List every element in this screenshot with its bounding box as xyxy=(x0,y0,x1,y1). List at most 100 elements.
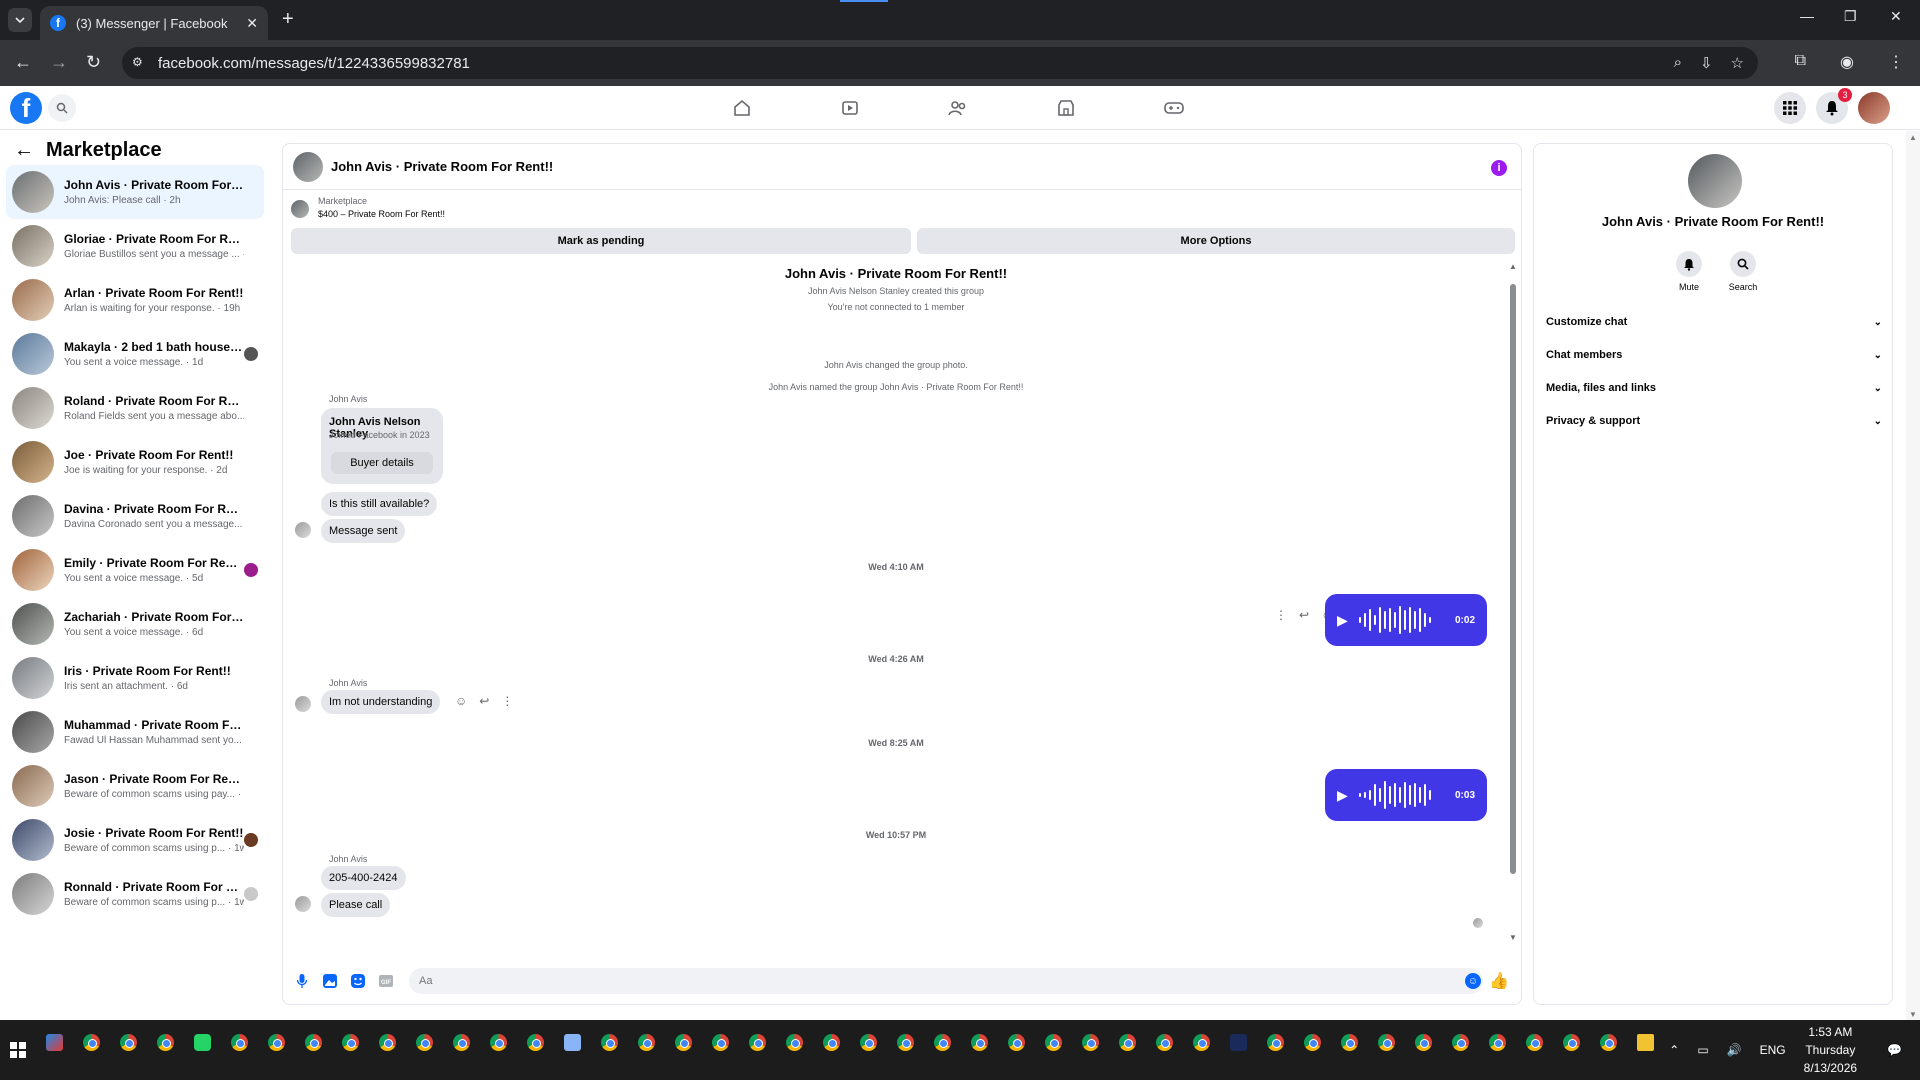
notifications-center-icon[interactable]: 💬 xyxy=(1887,1043,1902,1057)
reload-icon[interactable]: ↻ xyxy=(86,52,101,73)
forward-icon[interactable]: → xyxy=(50,52,68,73)
chrome-icon[interactable] xyxy=(1008,1034,1025,1051)
chrome-icon[interactable] xyxy=(527,1034,544,1051)
more-actions-icon[interactable]: ⋮ xyxy=(501,694,513,708)
conversation-item[interactable]: John Avis · Private Room For Rent!! John … xyxy=(6,165,264,219)
chrome-icon[interactable] xyxy=(1415,1034,1432,1051)
photo-icon[interactable] xyxy=(319,970,341,992)
video-icon[interactable] xyxy=(838,96,862,120)
site-info-icon[interactable]: ⚙ xyxy=(132,55,148,71)
message-bubble[interactable]: Im not understanding xyxy=(321,690,441,714)
page-scrollbar[interactable]: ▲ ▼ xyxy=(1906,131,1920,1021)
scroll-up-icon[interactable]: ▲ xyxy=(1509,262,1517,271)
message-bubble[interactable]: 205-400-2424 xyxy=(321,866,406,890)
chrome-icon[interactable] xyxy=(1082,1034,1099,1051)
emoji-icon[interactable]: ☺ xyxy=(1465,973,1481,989)
chrome-icon[interactable] xyxy=(786,1034,803,1051)
tab-close-icon[interactable]: ✕ xyxy=(246,15,258,32)
chrome-icon[interactable] xyxy=(1267,1034,1284,1051)
conversation-item[interactable]: Iris · Private Room For Rent!! Iris sent … xyxy=(6,651,264,705)
react-icon[interactable]: ☺ xyxy=(455,694,467,708)
conversation-item[interactable]: Roland · Private Room For Rent!! Roland F… xyxy=(6,381,264,435)
network-icon[interactable]: ▭ xyxy=(1697,1043,1708,1057)
play-icon[interactable]: ▶ xyxy=(1337,787,1348,804)
chrome-icon[interactable] xyxy=(1304,1034,1321,1051)
chrome-icon[interactable] xyxy=(934,1034,951,1051)
chat-members-section[interactable]: Chat members ⌄ xyxy=(1546,343,1882,367)
message-bubble[interactable]: Message sent xyxy=(321,519,406,543)
info-icon[interactable]: i xyxy=(1491,160,1507,176)
notepad-icon[interactable] xyxy=(564,1034,581,1051)
chrome-icon[interactable] xyxy=(1193,1034,1210,1051)
message-input[interactable] xyxy=(409,968,1483,994)
scroll-down-icon[interactable]: ▼ xyxy=(1909,1010,1917,1019)
chrome-icon[interactable] xyxy=(1563,1034,1580,1051)
chrome-icon[interactable] xyxy=(1378,1034,1395,1051)
conversation-item[interactable]: Emily · Private Room For Rent!! You sent … xyxy=(6,543,264,597)
minimize-icon[interactable]: — xyxy=(1800,8,1814,24)
chrome-icon[interactable] xyxy=(897,1034,914,1051)
conversation-item[interactable]: Jason · Private Room For Rent!! Beware of… xyxy=(6,759,264,813)
chrome-icon[interactable] xyxy=(342,1034,359,1051)
chrome-icon[interactable] xyxy=(157,1034,174,1051)
conversation-item[interactable]: Muhammad · Private Room For Re... Fawad U… xyxy=(6,705,264,759)
group-avatar[interactable] xyxy=(1688,154,1742,208)
chrome-icon[interactable] xyxy=(971,1034,988,1051)
chrome-icon[interactable] xyxy=(823,1034,840,1051)
chrome-icon[interactable] xyxy=(1119,1034,1136,1051)
conversation-item[interactable]: Ronnald · Private Room For Rent!! Beware … xyxy=(6,867,264,921)
chrome-icon[interactable] xyxy=(1452,1034,1469,1051)
marketplace-icon[interactable] xyxy=(1054,96,1078,120)
chrome-icon[interactable] xyxy=(268,1034,285,1051)
whatsapp-icon[interactable] xyxy=(194,1034,211,1051)
chrome-icon[interactable] xyxy=(490,1034,507,1051)
new-tab-button[interactable]: + xyxy=(282,8,294,31)
browser-menu-icon[interactable]: ⋮ xyxy=(1888,52,1904,72)
back-arrow-icon[interactable]: ← xyxy=(14,139,34,162)
zoom-icon[interactable]: ⌕ xyxy=(1674,54,1682,72)
speaker-icon[interactable]: 🔊 xyxy=(1727,1043,1742,1057)
chrome-icon[interactable] xyxy=(1600,1034,1617,1051)
chat-avatar[interactable] xyxy=(293,151,323,182)
mute-action[interactable]: Mute xyxy=(1664,251,1714,292)
more-options-button[interactable]: More Options xyxy=(917,228,1515,254)
more-actions-icon[interactable]: ⋮ xyxy=(1275,608,1287,622)
close-window-icon[interactable]: ✕ xyxy=(1890,8,1902,25)
chrome-icon[interactable] xyxy=(1341,1034,1358,1051)
menu-grid-icon[interactable] xyxy=(1774,92,1806,124)
buyer-details-button[interactable]: Buyer details xyxy=(331,452,433,474)
chrome-icon[interactable] xyxy=(1526,1034,1543,1051)
chrome-icon[interactable] xyxy=(83,1034,100,1051)
windows-start-icon[interactable] xyxy=(10,1042,26,1058)
marketplace-listing-bar[interactable]: Marketplace $400 – Private Room For Rent… xyxy=(283,192,1521,230)
chrome-icon[interactable] xyxy=(1156,1034,1173,1051)
customize-chat-section[interactable]: Customize chat ⌄ xyxy=(1546,310,1882,334)
message-bubble[interactable]: Please call xyxy=(321,893,391,917)
install-app-icon[interactable]: ⇩ xyxy=(1700,54,1713,72)
restore-icon[interactable]: ❐ xyxy=(1844,8,1857,25)
facebook-logo-icon[interactable]: f xyxy=(10,92,42,124)
home-icon[interactable] xyxy=(730,96,754,120)
conversation-item[interactable]: Joe · Private Room For Rent!! Joe is wait… xyxy=(6,435,264,489)
app-icon[interactable] xyxy=(1230,1034,1247,1051)
voice-message[interactable]: ▶ 0:03 xyxy=(1325,769,1487,821)
copilot-icon[interactable] xyxy=(46,1034,63,1051)
conversation-item[interactable]: Arlan · Private Room For Rent!! Arlan is … xyxy=(6,273,264,327)
bookmark-star-icon[interactable]: ☆ xyxy=(1731,54,1744,72)
sticker-icon[interactable] xyxy=(347,970,369,992)
chrome-icon[interactable] xyxy=(1489,1034,1506,1051)
chrome-icon[interactable] xyxy=(120,1034,137,1051)
mark-pending-button[interactable]: Mark as pending xyxy=(291,228,911,254)
chevron-up-icon[interactable]: ⌃ xyxy=(1669,1043,1679,1057)
chat-title[interactable]: John Avis · Private Room For Rent!! xyxy=(331,159,553,174)
thumbs-up-icon[interactable]: 👍 xyxy=(1489,971,1509,991)
chrome-icon[interactable] xyxy=(1045,1034,1062,1051)
chrome-icon[interactable] xyxy=(379,1034,396,1051)
search-action[interactable]: Search xyxy=(1718,251,1768,292)
conversation-item[interactable]: Gloriae · Private Room For Rent!! Gloriae… xyxy=(6,219,264,273)
conversation-item[interactable]: Davina · Private Room For Rent!! Davina C… xyxy=(6,489,264,543)
address-bar[interactable]: ⚙ facebook.com/messages/t/12243365998327… xyxy=(122,47,1758,79)
chrome-icon[interactable] xyxy=(305,1034,322,1051)
chrome-icon[interactable] xyxy=(638,1034,655,1051)
gif-icon[interactable]: GIF xyxy=(375,970,397,992)
